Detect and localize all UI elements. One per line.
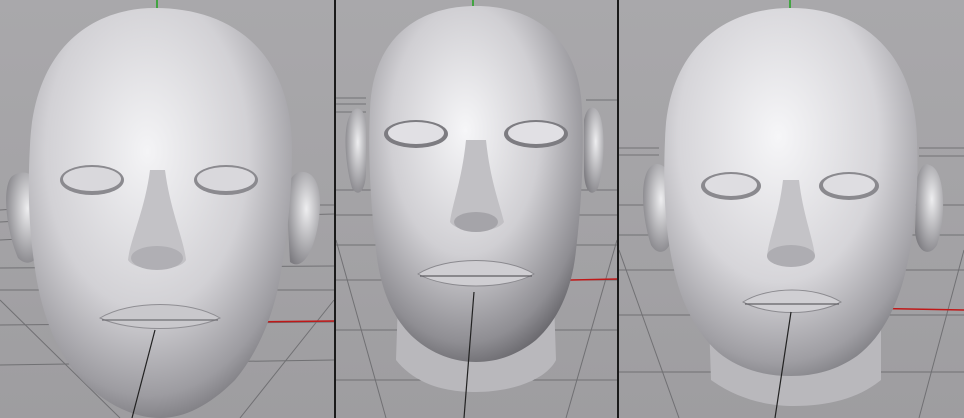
viewport-center[interactable]	[336, 0, 617, 418]
viewport-center-render	[336, 0, 617, 418]
viewport-left-render	[0, 0, 334, 418]
three-viewport-stage	[0, 0, 964, 418]
viewport-left[interactable]	[0, 0, 334, 418]
viewport-right-render	[619, 0, 964, 418]
viewport-right[interactable]	[619, 0, 964, 418]
